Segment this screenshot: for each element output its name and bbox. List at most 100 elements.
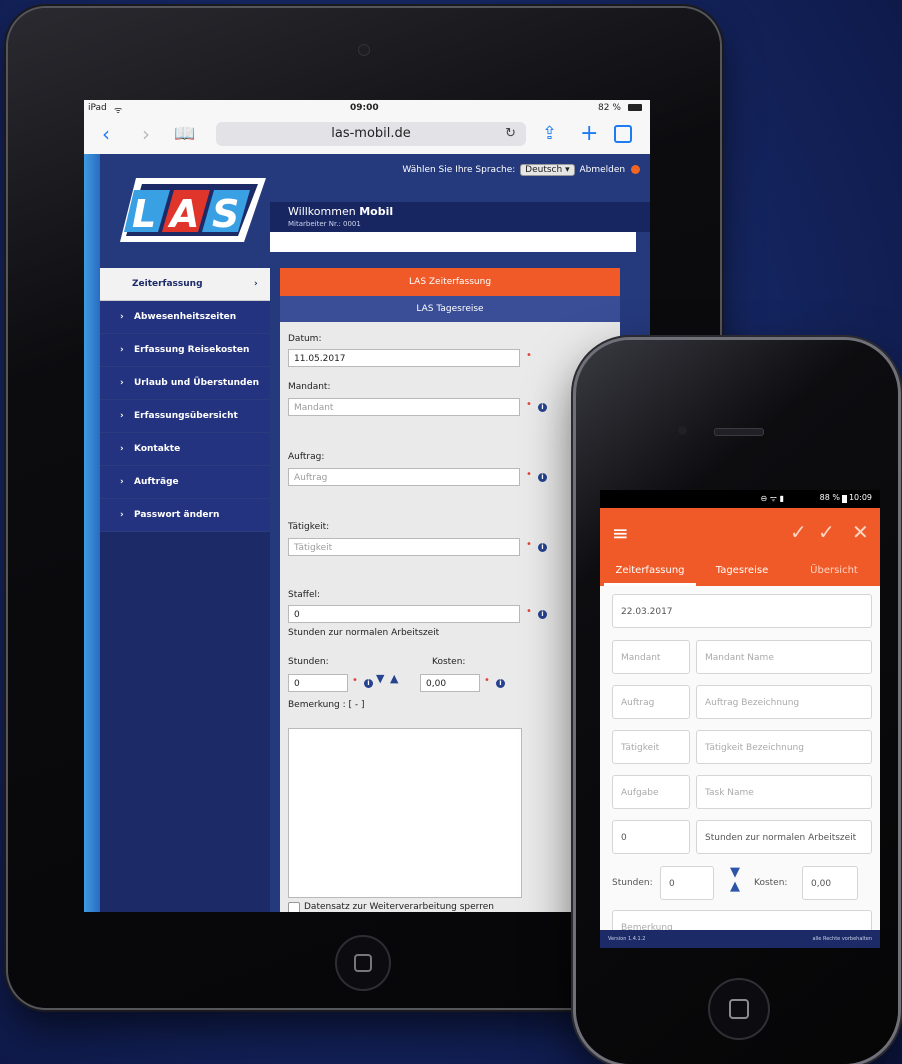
nav-item-label: Erfassungsübersicht — [134, 411, 238, 421]
phone-speaker — [714, 428, 764, 436]
logout-link[interactable]: Abmelden — [579, 165, 625, 175]
phone-camera — [678, 426, 687, 435]
phone-scale-field[interactable]: 0 — [612, 820, 690, 854]
phone-activity-field[interactable]: Tätigkeit — [612, 730, 690, 764]
tablet-camera — [358, 44, 370, 56]
hours-field[interactable]: 0 — [288, 674, 348, 692]
wifi-icon: ᯤ — [114, 106, 123, 116]
welcome-text: Willkommen Mobil — [288, 205, 393, 218]
url-text: las-mobil.de — [331, 126, 411, 141]
status-time: 09:00 — [350, 103, 379, 113]
chevron-right-icon: › — [120, 345, 124, 355]
nav-item-label: Passwort ändern — [134, 510, 220, 520]
activity-field[interactable]: Tätigkeit — [288, 538, 520, 556]
required-marker: • — [526, 469, 532, 480]
language-label: Wählen Sie Ihre Sprache: — [402, 165, 516, 175]
remark-textarea[interactable] — [288, 728, 522, 898]
form-header-secondary: LAS Tagesreise — [280, 296, 620, 322]
phone-cost-label: Kosten: — [754, 878, 788, 888]
tabs-icon[interactable] — [614, 125, 632, 143]
language-select[interactable]: Deutsch ▾ — [520, 164, 575, 176]
forward-icon[interactable]: › — [142, 122, 150, 146]
phone-date-field[interactable]: 22.03.2017 — [612, 594, 872, 628]
scale-hint: Stunden zur normalen Arbeitszeit — [288, 628, 440, 638]
phone-task-field[interactable]: Aufgabe — [612, 775, 690, 809]
welcome-prefix: Willkommen — [288, 205, 360, 218]
logout-icon[interactable] — [631, 165, 640, 174]
client-field[interactable]: Mandant — [288, 398, 520, 416]
tablet-home-button[interactable] — [335, 935, 391, 991]
nav-item-urlaub[interactable]: › Urlaub und Überstunden — [100, 367, 270, 400]
phone-hours-label: Stunden: — [612, 878, 653, 888]
phone-client-field[interactable]: Mandant — [612, 640, 690, 674]
hourglass-icon[interactable]: ▼ ▲ — [730, 866, 740, 894]
phone-hours-field[interactable]: 0 — [660, 866, 714, 900]
tab-uebersicht[interactable]: Übersicht — [788, 562, 880, 586]
nav-item-passwort[interactable]: › Passwort ändern — [100, 499, 270, 532]
nav-item-label: Aufträge — [134, 477, 179, 487]
phone-scale-hint: Stunden zur normalen Arbeitszeit — [696, 820, 872, 854]
required-marker: • — [352, 675, 358, 686]
web-page: Wählen Sie Ihre Sprache: Deutsch ▾ Abmel… — [84, 154, 650, 912]
new-tab-icon[interactable]: + — [580, 122, 598, 146]
bookmarks-icon[interactable]: 📖 — [174, 122, 195, 146]
nav-item-kontakte[interactable]: › Kontakte — [100, 433, 270, 466]
nav-item-auftraege[interactable]: › Aufträge — [100, 466, 270, 499]
form-header-primary: LAS Zeiterfassung — [280, 268, 620, 296]
info-icon[interactable]: i — [538, 543, 547, 552]
nav-item-reisekosten[interactable]: › Erfassung Reisekosten — [100, 334, 270, 367]
svg-text:A: A — [167, 192, 199, 236]
phone-order-desc-field[interactable]: Auftrag Bezeichnung — [696, 685, 872, 719]
signal-icons: ⊖ ᯤ ▮ — [760, 494, 785, 503]
address-bar[interactable]: las-mobil.de ↻ — [216, 122, 526, 146]
nav-item-label: Kontakte — [134, 444, 181, 454]
tab-zeiterfassung[interactable]: Zeiterfassung — [604, 562, 696, 586]
phone-cost-field[interactable]: 0,00 — [802, 866, 858, 900]
nav-item-abwesenheitszeiten[interactable]: › Abwesenheitszeiten — [100, 301, 270, 334]
activity-label: Tätigkeit: — [288, 522, 330, 532]
welcome-banner: Willkommen Mobil Mitarbeiter Nr.: 0001 — [270, 202, 650, 232]
browser-toolbar: ‹ › 📖 las-mobil.de ↻ ⇪ + — [84, 116, 650, 155]
tab-tagesreise[interactable]: Tagesreise — [696, 562, 788, 586]
nav-item-erfassungsuebersicht[interactable]: › Erfassungsübersicht — [100, 400, 270, 433]
battery-text: 82 % — [598, 103, 621, 113]
info-icon[interactable]: i — [364, 679, 373, 688]
device-name: iPad — [88, 103, 107, 113]
chevron-right-icon: › — [120, 510, 124, 520]
info-icon[interactable]: i — [538, 610, 547, 619]
menu-icon[interactable]: ≡ — [612, 523, 629, 543]
nav-item-zeiterfassung[interactable]: Zeiterfassung › — [100, 268, 270, 301]
phone-task-name-field[interactable]: Task Name — [696, 775, 872, 809]
phone-home-button[interactable] — [708, 978, 770, 1040]
cost-label: Kosten: — [432, 657, 466, 667]
svg-text:L: L — [132, 192, 156, 236]
date-label: Datum: — [288, 334, 322, 344]
scale-field[interactable]: 0 — [288, 605, 520, 623]
scale-label: Staffel: — [288, 590, 321, 600]
check-all-icon[interactable]: ✓ — [818, 520, 835, 544]
header-white-bar — [270, 232, 636, 252]
phone-client-name-field[interactable]: Mandant Name — [696, 640, 872, 674]
date-field[interactable]: 11.05.2017 — [288, 349, 520, 367]
info-icon[interactable]: i — [538, 473, 547, 482]
phone-activity-desc-field[interactable]: Tätigkeit Bezeichnung — [696, 730, 872, 764]
phone-status-bar: ⊖ ᯤ ▮ 88 % 10:09 — [600, 490, 880, 508]
info-icon[interactable]: i — [538, 403, 547, 412]
required-marker: • — [526, 606, 532, 617]
cost-field[interactable]: 0,00 — [420, 674, 480, 692]
back-icon[interactable]: ‹ — [102, 122, 110, 146]
chevron-right-icon: › — [120, 312, 124, 322]
info-icon[interactable]: i — [496, 679, 505, 688]
reload-icon[interactable]: ↻ — [505, 122, 516, 146]
arrow-down-icon[interactable]: ▼ — [376, 672, 384, 685]
phone-order-field[interactable]: Auftrag — [612, 685, 690, 719]
employee-number: Mitarbeiter Nr.: 0001 — [288, 220, 361, 228]
close-icon[interactable]: ✕ — [852, 520, 869, 544]
check-icon[interactable]: ✓ — [790, 520, 807, 544]
rights-text: alle Rechte vorbehalten — [812, 936, 872, 942]
chevron-right-icon: › — [120, 378, 124, 388]
lock-checkbox[interactable] — [288, 902, 300, 912]
arrow-up-icon[interactable]: ▲ — [390, 672, 398, 685]
order-field[interactable]: Auftrag — [288, 468, 520, 486]
share-icon[interactable]: ⇪ — [542, 122, 557, 146]
